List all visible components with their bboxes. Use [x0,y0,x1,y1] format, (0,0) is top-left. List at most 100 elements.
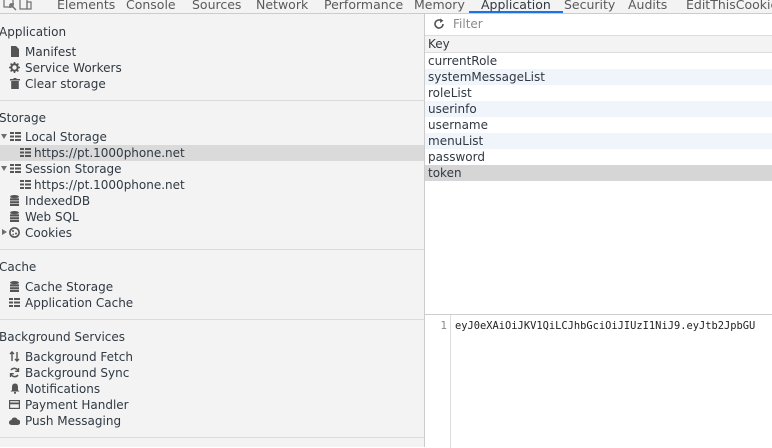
table-row-selected[interactable]: token [425,165,772,181]
tab-security[interactable]: Security [564,0,615,13]
table-cell-key: username [428,118,488,132]
section-divider [0,319,424,320]
section-divider [0,100,424,101]
collapse-arrow-icon[interactable] [2,229,7,235]
value-text[interactable]: eyJ0eXAiOiJKV1QiLCJhbGciOiJIUzI1NiJ9.eyJ… [455,320,772,332]
tab-audits[interactable]: Audits [628,0,667,13]
section-storage-title: Storage [0,111,46,125]
table-row[interactable]: password [425,149,772,165]
grid-icon [9,297,20,308]
sidebar-item-label: Push Messaging [25,414,122,428]
grid-icon [20,179,31,190]
section-divider [0,437,424,438]
sidebar-item-label: Session Storage [25,162,122,176]
grid-icon [10,131,21,142]
table-row[interactable]: currentRole [425,53,772,69]
table-row[interactable]: userinfo [425,101,772,117]
sidebar-item-label: Service Workers [25,61,122,75]
table-cell-key: password [428,150,485,164]
section-cache-title: Cache [0,260,37,274]
tab-performance[interactable]: Performance [324,0,403,13]
storage-toolbar [425,14,772,36]
table-cell-key: roleList [428,86,472,100]
table-cell-key: menuList [428,134,484,148]
bell-icon [9,383,20,394]
sidebar-item-label: Cache Storage [25,280,114,294]
sidebar-item-label: Background Sync [25,366,130,380]
inspect-element-icon[interactable] [3,0,17,11]
sidebar-item-label: Clear storage [25,77,106,91]
sidebar-item-cookies[interactable]: Cookies [0,225,424,241]
database-icon [9,211,20,222]
expand-arrow-icon[interactable] [1,166,7,171]
table-row[interactable]: roleList [425,85,772,101]
table-cell-key: systemMessageList [428,70,545,84]
sidebar-item-label: https://pt.1000phone.net [34,146,185,160]
database-icon [9,195,20,206]
section-application-title: Application [0,25,67,39]
table-cell-key: token [428,166,462,180]
sidebar-item-background-fetch[interactable]: Background Fetch [0,349,424,365]
sidebar-item-websql[interactable]: Web SQL [0,209,424,225]
section-background-title: Background Services [0,330,126,344]
sidebar-item-manifest[interactable]: Manifest [0,44,424,60]
table-header-key[interactable]: Key [425,36,772,53]
sidebar-item-payment-handler[interactable]: Payment Handler [0,397,424,413]
sidebar-item-label: Payment Handler [25,398,129,412]
sidebar-item-label: Manifest [25,45,77,59]
trash-icon [9,78,20,89]
sync-icon [9,367,20,378]
tab-elements[interactable]: Elements [57,0,115,13]
sidebar-item-indexeddb[interactable]: IndexedDB [0,193,424,209]
database-icon [9,281,20,292]
tab-application[interactable]: Application [469,0,563,13]
value-preview-pane: 1 eyJ0eXAiOiJKV1QiLCJhbGciOiJIUzI1NiJ9.e… [425,314,772,448]
table-header-label: Key [428,37,450,51]
application-sidebar: Application Manifest Service Workers Cle… [0,14,425,447]
gear-icon [9,62,20,73]
tab-editthiscookie[interactable]: EditThisCookie [686,0,772,13]
sidebar-item-notifications[interactable]: Notifications [0,381,424,397]
sidebar-item-background-sync[interactable]: Background Sync [0,365,424,381]
document-icon [9,46,20,57]
line-number: 1 [440,319,447,332]
sidebar-item-label: https://pt.1000phone.net [34,178,185,192]
cookie-icon [9,227,20,238]
table-row[interactable]: systemMessageList [425,69,772,85]
tab-network[interactable]: Network [256,0,308,13]
table-row[interactable]: menuList [425,133,772,149]
arrows-updown-icon [9,351,20,362]
sidebar-item-session-storage[interactable]: Session Storage [0,161,424,177]
sidebar-item-label: IndexedDB [25,194,91,208]
refresh-icon[interactable] [433,18,445,30]
sidebar-item-service-workers[interactable]: Service Workers [0,60,424,76]
line-number-gutter: 1 [425,315,451,448]
table-cell-key: currentRole [428,54,498,68]
sidebar-item-label: Notifications [25,382,101,396]
card-icon [9,399,20,410]
sidebar-item-session-storage-origin[interactable]: https://pt.1000phone.net [0,177,424,193]
sidebar-item-label: Background Fetch [25,350,133,364]
sidebar-item-label: Application Cache [25,296,134,310]
cloud-icon [9,415,20,426]
tab-memory[interactable]: Memory [414,0,465,13]
table-cell-key: userinfo [428,102,477,116]
grid-icon [20,147,31,158]
sidebar-item-clear-storage[interactable]: Clear storage [0,76,424,92]
sidebar-item-push-messaging[interactable]: Push Messaging [0,413,424,429]
device-toolbar-icon[interactable] [18,0,32,11]
sidebar-item-application-cache[interactable]: Application Cache [0,295,424,311]
sidebar-item-local-storage-origin[interactable]: https://pt.1000phone.net [0,145,424,161]
sidebar-item-label: Local Storage [25,130,107,144]
tab-console[interactable]: Console [126,0,176,13]
table-row[interactable]: username [425,117,772,133]
tab-sources[interactable]: Sources [192,0,241,13]
sidebar-item-local-storage[interactable]: Local Storage [0,129,424,145]
filter-input[interactable] [453,16,753,32]
grid-icon [10,163,21,174]
expand-arrow-icon[interactable] [1,134,7,139]
sidebar-item-label: Web SQL [25,210,79,224]
sidebar-item-cache-storage[interactable]: Cache Storage [0,279,424,295]
devtools-tabbar: Elements Console Sources Network Perform… [0,0,772,14]
section-divider [0,249,424,250]
